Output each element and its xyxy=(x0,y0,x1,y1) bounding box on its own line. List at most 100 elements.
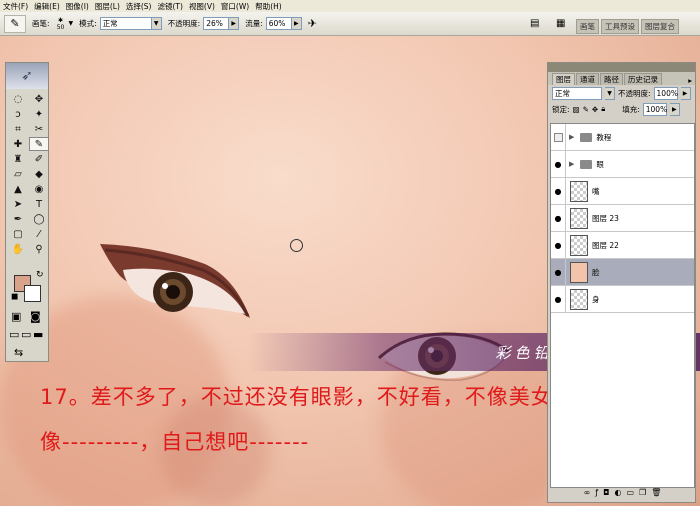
lock-image-icon[interactable]: ✎ xyxy=(583,105,589,114)
jump-to-imageready-icon[interactable]: ⇆ xyxy=(14,346,23,359)
layer-row-layer-23[interactable]: ● 图层 23 xyxy=(551,205,694,232)
layer-row-eye[interactable]: ● ▶ 眼 xyxy=(551,151,694,178)
layers-panel: 图层 通道 路径 历史记录 ▸ 正常 ▼ 不透明度: 100% ▶ 锁定: ▨ … xyxy=(547,62,696,503)
visibility-toggle[interactable]: ● xyxy=(551,232,566,258)
layer-row-face[interactable]: ● 脸 xyxy=(551,259,694,286)
healing-brush-tool-icon[interactable]: ✚ xyxy=(8,137,28,151)
tab-history[interactable]: 历史记录 xyxy=(624,73,662,85)
lock-transparency-icon[interactable]: ▨ xyxy=(573,105,580,114)
tab-channels[interactable]: 通道 xyxy=(576,73,599,85)
zoom-tool-icon[interactable]: ⚲ xyxy=(29,242,49,256)
visibility-toggle[interactable]: ● xyxy=(551,259,566,285)
screen-mode-full-menu-icon[interactable]: ▭ xyxy=(21,328,31,341)
menu-select[interactable]: 选择(S) xyxy=(126,1,152,12)
lock-position-icon[interactable]: ✥ xyxy=(592,105,598,114)
path-selection-tool-icon[interactable]: ➤ xyxy=(8,197,28,211)
flow-input[interactable]: 60% xyxy=(265,17,292,30)
workspace-icon[interactable]: ▦ xyxy=(556,18,565,29)
blend-opacity-row: 正常 ▼ 不透明度: 100% ▶ xyxy=(548,85,695,102)
clone-stamp-tool-icon[interactable]: ♜ xyxy=(8,152,28,166)
brush-tool-preset-picker[interactable]: ✎ xyxy=(4,14,26,33)
palette-well-icon[interactable]: ▤ xyxy=(530,18,539,29)
menu-image[interactable]: 图像(I) xyxy=(66,1,89,12)
fill-input[interactable]: 100% xyxy=(642,102,667,116)
pen-tool-icon[interactable]: ✒ xyxy=(8,212,28,226)
visibility-toggle[interactable]: ● xyxy=(551,178,566,204)
menu-filter[interactable]: 滤镜(T) xyxy=(158,1,183,12)
layer-opacity-slider-icon[interactable]: ▶ xyxy=(680,87,691,100)
opacity-slider-icon[interactable]: ▶ xyxy=(229,17,240,30)
blur-tool-icon[interactable]: ▲ xyxy=(8,182,28,196)
new-group-icon[interactable]: ▭ xyxy=(626,488,634,500)
tab-brushes[interactable]: 画笔 xyxy=(576,19,599,34)
link-layers-icon[interactable]: ∞ xyxy=(584,488,591,500)
lasso-tool-icon[interactable]: ↄ xyxy=(8,107,28,121)
dodge-tool-icon[interactable]: ◉ xyxy=(29,182,49,196)
swap-colors-icon[interactable]: ↻ xyxy=(36,270,44,280)
adjustment-layer-icon[interactable]: ◐ xyxy=(614,488,621,500)
layer-row-body[interactable]: ● 身 xyxy=(551,286,694,313)
slice-tool-icon[interactable]: ✂ xyxy=(29,122,49,136)
visibility-toggle[interactable] xyxy=(551,124,566,150)
blend-mode-dropdown-icon[interactable]: ▼ xyxy=(605,87,615,100)
mode-dropdown-icon[interactable]: ▼ xyxy=(151,17,162,30)
panel-menu-icon[interactable]: ▸ xyxy=(685,76,695,85)
eyedropper-tool-icon[interactable]: ⁄ xyxy=(29,227,49,241)
visibility-toggle[interactable]: ● xyxy=(551,151,566,177)
brush-picker[interactable]: ✱ 50 xyxy=(53,15,69,33)
fill-slider-icon[interactable]: ▶ xyxy=(669,102,680,116)
layer-opacity-input[interactable]: 100% xyxy=(653,87,678,100)
notes-tool-icon[interactable]: ▢ xyxy=(8,227,28,241)
layer-mask-icon[interactable]: ◘ xyxy=(603,488,609,500)
tab-layer-comps[interactable]: 图层复合 xyxy=(641,19,679,34)
screen-mode-standard-icon[interactable]: ▭ xyxy=(9,328,19,341)
brush-dropdown-icon[interactable]: ▼ xyxy=(69,20,74,27)
menu-layer[interactable]: 图层(L) xyxy=(95,1,120,12)
options-bar: ✎ 画笔: ✱ 50 ▼ 模式: 正常 ▼ 不透明度: 26% ▶ 流量: 60… xyxy=(0,12,700,36)
menu-help[interactable]: 帮助(H) xyxy=(255,1,282,12)
expand-triangle-icon[interactable]: ▶ xyxy=(569,133,574,141)
history-brush-tool-icon[interactable]: ✐ xyxy=(29,152,49,166)
marquee-tool-icon[interactable]: ◌ xyxy=(8,92,28,106)
flow-slider-icon[interactable]: ▶ xyxy=(291,17,302,30)
menu-edit[interactable]: 编辑(E) xyxy=(34,1,60,12)
layer-row-layer-22[interactable]: ● 图层 22 xyxy=(551,232,694,259)
menu-view[interactable]: 视图(V) xyxy=(189,1,215,12)
blend-mode-select[interactable]: 正常 xyxy=(552,87,602,100)
background-color-swatch[interactable] xyxy=(24,285,41,302)
layer-style-icon[interactable]: ƒ xyxy=(595,488,598,500)
panel-title-bar[interactable] xyxy=(548,63,695,72)
brush-tool-icon[interactable]: ✎ xyxy=(29,137,49,151)
menu-window[interactable]: 窗口(W) xyxy=(221,1,249,12)
screen-mode-full-icon[interactable]: ▬ xyxy=(33,328,43,341)
airbrush-icon[interactable]: ✈ xyxy=(308,17,317,30)
paint-bucket-tool-icon[interactable]: ◆ xyxy=(29,167,49,181)
eraser-tool-icon[interactable]: ▱ xyxy=(8,167,28,181)
feather-logo-icon[interactable]: ➶ xyxy=(6,63,48,89)
quick-mask-mode-icon[interactable]: ◙ xyxy=(30,310,41,323)
visibility-toggle[interactable]: ● xyxy=(551,286,566,312)
hidden-eye-icon xyxy=(553,132,563,142)
opacity-input[interactable]: 26% xyxy=(203,17,230,30)
lock-all-icon[interactable]: 🔒︎ xyxy=(601,104,605,114)
move-tool-icon[interactable]: ✥ xyxy=(29,92,49,106)
layer-row-mouth[interactable]: ● 嘴 xyxy=(551,178,694,205)
visibility-toggle[interactable]: ● xyxy=(551,205,566,231)
hand-tool-icon[interactable]: ✋ xyxy=(8,242,28,256)
tab-layers[interactable]: 图层 xyxy=(552,73,575,85)
delete-layer-icon[interactable]: 🗑︎ xyxy=(651,488,661,500)
magic-wand-tool-icon[interactable]: ✦ xyxy=(29,107,49,121)
mode-select[interactable]: 正常 xyxy=(99,17,152,30)
menu-file[interactable]: 文件(F) xyxy=(3,1,28,12)
expand-triangle-icon[interactable]: ▶ xyxy=(569,160,574,168)
tab-paths[interactable]: 路径 xyxy=(600,73,623,85)
tab-tool-presets[interactable]: 工具预设 xyxy=(601,19,639,34)
default-colors-icon[interactable]: ◼ xyxy=(11,292,18,302)
crop-tool-icon[interactable]: ⌗ xyxy=(8,122,28,136)
layer-row-tutorial[interactable]: ▶ 教程 xyxy=(551,124,694,151)
standard-mode-icon[interactable]: ▣ xyxy=(11,310,21,323)
shape-tool-icon[interactable]: ◯ xyxy=(29,212,49,226)
layer-name: 脸 xyxy=(592,267,600,277)
new-layer-icon[interactable]: ❐ xyxy=(639,488,646,500)
type-tool-icon[interactable]: T xyxy=(29,197,49,211)
